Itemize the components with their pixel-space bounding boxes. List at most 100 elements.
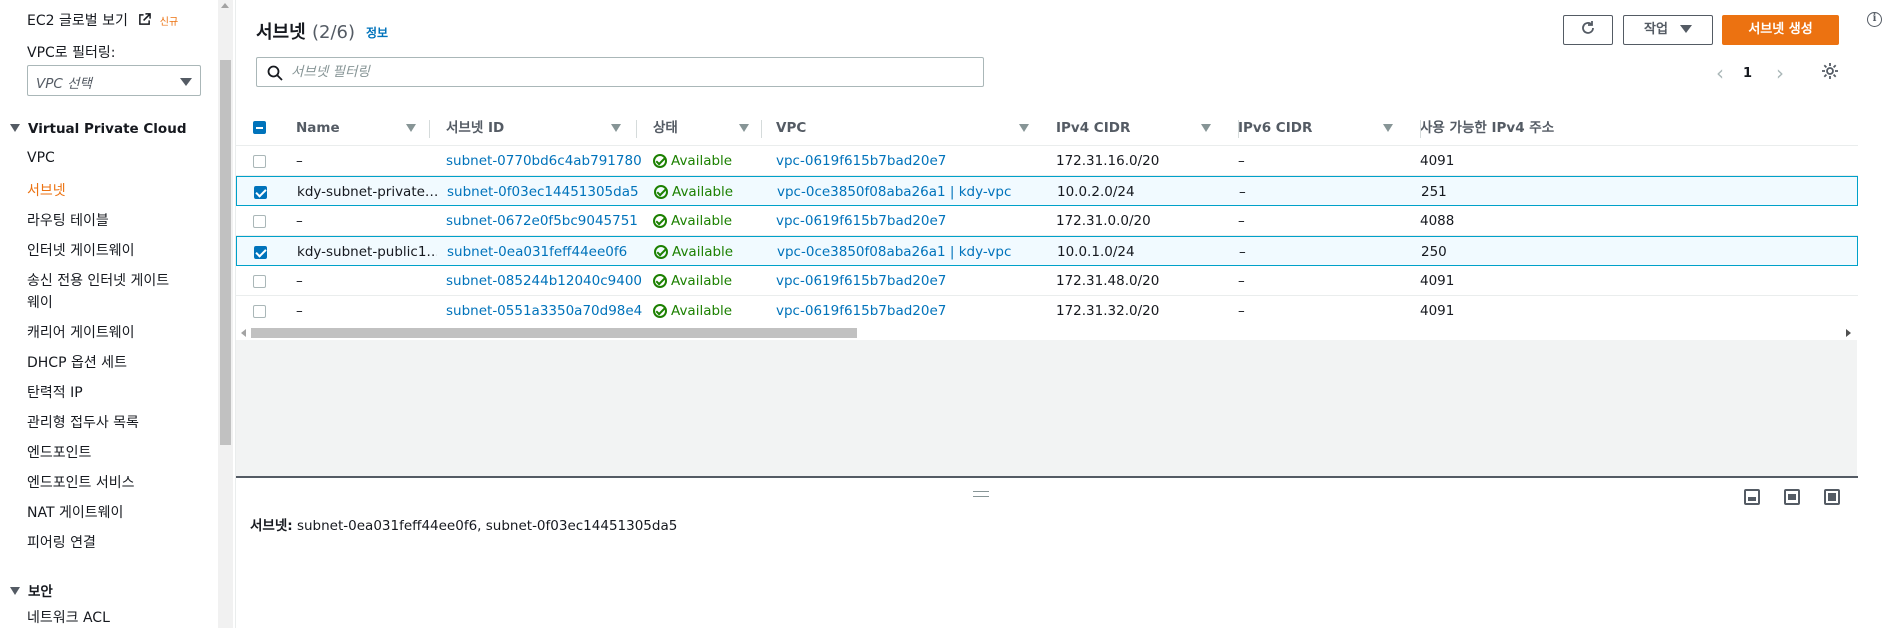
cell-vpc[interactable]: vpc-0619f615b7bad20e7 xyxy=(776,146,1056,176)
title-text: 서브넷 xyxy=(256,22,306,43)
row-checkbox[interactable] xyxy=(253,155,266,168)
section-virtual-private-cloud[interactable]: Virtual Private Cloud xyxy=(10,121,186,137)
resize-handle-icon[interactable] xyxy=(973,491,989,497)
sidebar-item[interactable]: 엔드포인트 서비스 xyxy=(27,472,135,492)
cell-vpc[interactable]: vpc-0ce3850f08aba26a1 | kdy-vpc xyxy=(777,177,1057,207)
cell-subnet-id[interactable]: subnet-0ea031feff44ee0f6 xyxy=(447,237,647,267)
cell-name: – xyxy=(296,303,303,319)
cell-vpc[interactable]: vpc-0619f615b7bad20e7 xyxy=(776,206,1056,236)
sidebar-item[interactable]: 캐리어 게이트웨이 xyxy=(27,322,135,342)
chevron-down-icon xyxy=(180,78,192,86)
cell-subnet-id[interactable]: subnet-0770bd6c4ab791780 xyxy=(446,146,646,176)
horizontal-scroll-thumb[interactable] xyxy=(251,328,857,338)
split-bottom-icon[interactable] xyxy=(1744,489,1760,505)
table-row[interactable]: kdy-subnet-private… subnet-0f03ec14451305… xyxy=(236,176,1858,206)
sort-filter-icon[interactable] xyxy=(406,124,416,132)
current-page[interactable]: 1 xyxy=(1743,66,1752,81)
column-divider[interactable] xyxy=(761,120,762,138)
cell-subnet-id[interactable]: subnet-085244b12040c9400 xyxy=(446,266,646,296)
gear-icon[interactable] xyxy=(1821,62,1839,80)
status-ok-icon xyxy=(653,154,667,168)
row-checkbox[interactable] xyxy=(254,246,267,259)
sidebar-item[interactable]: 엔드포인트 xyxy=(27,442,91,462)
sort-filter-icon[interactable] xyxy=(739,124,749,132)
vpc-filter-select[interactable]: VPC 선택 xyxy=(27,65,201,96)
vpc-filter-label: VPC로 필터링: xyxy=(27,45,116,61)
scroll-right-arrow-icon[interactable] xyxy=(1846,329,1851,337)
cell-name: kdy-subnet-private… xyxy=(297,184,437,200)
prev-page-icon[interactable]: ‹ xyxy=(1716,63,1724,83)
sidebar-item[interactable]: 인터넷 게이트웨이 xyxy=(27,240,135,260)
scroll-up-arrow-icon[interactable] xyxy=(221,3,229,8)
horizontal-scrollbar[interactable] xyxy=(236,324,1858,340)
table-row[interactable]: – subnet-0672e0f5bc9045751 Available vpc-06… xyxy=(236,206,1858,236)
sidebar-item[interactable]: 웨이 xyxy=(27,292,53,312)
table-row[interactable]: – subnet-0770bd6c4ab791780 Available vpc-06… xyxy=(236,146,1858,176)
cell-ipv6: – xyxy=(1239,244,1246,260)
cell-ipv4: 172.31.48.0/20 xyxy=(1056,273,1160,289)
split-middle-icon[interactable] xyxy=(1784,489,1800,505)
sidebar-item[interactable]: VPC xyxy=(27,150,55,166)
cell-ipv4: 10.0.2.0/24 xyxy=(1057,184,1135,200)
cell-vpc[interactable]: vpc-0619f615b7bad20e7 xyxy=(776,296,1056,324)
column-divider[interactable] xyxy=(429,120,430,138)
next-page-icon[interactable]: › xyxy=(1776,63,1784,83)
refresh-button[interactable] xyxy=(1563,15,1613,45)
global-view-label[interactable]: EC2 글로벌 보기 xyxy=(27,13,128,29)
sidebar-item[interactable]: NAT 게이트웨이 xyxy=(27,502,123,522)
search-input[interactable] xyxy=(291,62,971,82)
info-icon[interactable]: i xyxy=(1867,12,1882,27)
column-header[interactable]: 서브넷 ID xyxy=(446,110,626,146)
sidebar-item[interactable]: 서브넷 xyxy=(27,180,66,200)
cell-status: Available xyxy=(653,146,773,176)
cell-subnet-id[interactable]: subnet-0f03ec14451305da5 xyxy=(447,177,647,207)
sort-filter-icon[interactable] xyxy=(1019,124,1029,132)
global-view-link[interactable]: EC2 글로벌 보기 신규 xyxy=(27,10,178,30)
row-checkbox[interactable] xyxy=(254,186,267,199)
row-checkbox[interactable] xyxy=(253,275,266,288)
column-divider[interactable] xyxy=(1420,120,1421,138)
cell-ipv4: 172.31.0.0/20 xyxy=(1056,213,1151,229)
column-header[interactable]: IPv4 CIDR xyxy=(1056,110,1216,146)
info-link[interactable]: 정보 xyxy=(366,24,388,41)
sidebar-item[interactable]: 관리형 접두사 목록 xyxy=(27,412,139,432)
sidebar-item[interactable]: 피어링 연결 xyxy=(27,532,96,552)
sidebar-item[interactable]: DHCP 옵션 세트 xyxy=(27,352,127,372)
sidebar-item[interactable]: 송신 전용 인터넷 게이트 xyxy=(27,270,169,290)
detail-label: 서브넷: xyxy=(250,518,293,534)
column-header[interactable]: IPv6 CIDR xyxy=(1238,110,1398,146)
status-text: Available xyxy=(672,244,734,260)
section-security[interactable]: 보안 xyxy=(10,580,53,600)
row-checkbox[interactable] xyxy=(253,215,266,228)
cell-ipv4: 10.0.1.0/24 xyxy=(1057,244,1135,260)
sidebar-item-network-acl[interactable]: 네트워크 ACL xyxy=(27,607,110,627)
cell-vpc[interactable]: vpc-0619f615b7bad20e7 xyxy=(776,266,1056,296)
cell-status: Available xyxy=(653,296,773,324)
column-divider[interactable] xyxy=(636,120,637,138)
table-row[interactable]: – subnet-085244b12040c9400 Available vpc-06… xyxy=(236,266,1858,296)
split-full-icon[interactable] xyxy=(1824,489,1840,505)
column-divider[interactable] xyxy=(1238,120,1239,138)
search-field[interactable] xyxy=(256,57,984,87)
sort-filter-icon[interactable] xyxy=(1383,124,1393,132)
cell-subnet-id[interactable]: subnet-0551a3350a70d98e4 xyxy=(446,296,646,324)
table-row[interactable]: – subnet-0551a3350a70d98e4 Available vpc-06… xyxy=(236,296,1858,324)
scroll-left-arrow-icon[interactable] xyxy=(241,329,246,337)
sort-filter-icon[interactable] xyxy=(611,124,621,132)
sidebar-scroll-thumb[interactable] xyxy=(220,60,231,445)
select-all-checkbox[interactable] xyxy=(253,121,266,134)
column-header[interactable]: VPC xyxy=(776,110,1036,146)
sidebar-item[interactable]: 탄력적 IP xyxy=(27,382,83,402)
row-checkbox[interactable] xyxy=(253,305,266,318)
cell-subnet-id[interactable]: subnet-0672e0f5bc9045751 xyxy=(446,206,646,236)
cell-vpc[interactable]: vpc-0ce3850f08aba26a1 | kdy-vpc xyxy=(777,237,1057,267)
actions-button[interactable]: 작업 xyxy=(1623,15,1713,45)
sidebar-item[interactable]: 라우팅 테이블 xyxy=(27,210,109,230)
column-header[interactable]: 상태 xyxy=(653,110,753,146)
table-row[interactable]: kdy-subnet-public1… subnet-0ea031feff44ee… xyxy=(236,236,1858,266)
sort-filter-icon[interactable] xyxy=(1201,124,1211,132)
create-subnet-button[interactable]: 서브넷 생성 xyxy=(1722,15,1839,45)
column-header[interactable]: 사용 가능한 IPv4 주소 xyxy=(1420,110,1620,146)
cell-avail: 250 xyxy=(1421,244,1447,260)
cell-ipv6: – xyxy=(1238,273,1245,289)
